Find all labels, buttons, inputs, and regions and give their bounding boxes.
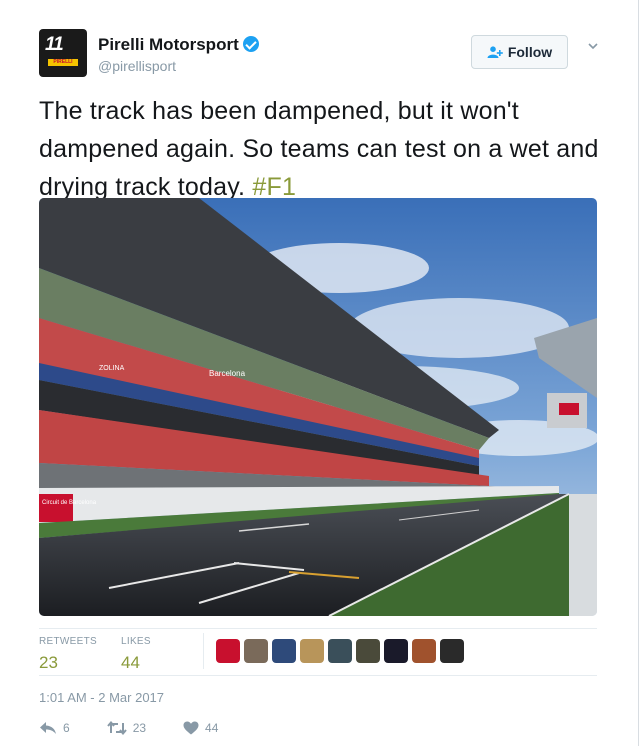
retweet-action[interactable]: 23 <box>106 721 147 735</box>
like-count: 44 <box>205 721 219 735</box>
author-name[interactable]: Pirelli Motorsport <box>98 35 259 55</box>
racetrack-photo: Circuit de Barcelona ZOLINA Barcelona <box>39 198 597 616</box>
liker-avatar[interactable] <box>216 639 240 663</box>
circuit-sign: Circuit de Barcelona <box>42 500 97 506</box>
heart-icon <box>183 721 199 735</box>
tweet-header: 11 PIRELLI Pirelli Motorsport @pirellisp… <box>39 29 598 79</box>
avatar-brand: PIRELLI <box>53 59 73 65</box>
stand-sign-zolina: ZOLINA <box>99 365 125 372</box>
author-name-text: Pirelli Motorsport <box>98 35 239 54</box>
likes-value: 44 <box>121 653 140 672</box>
retweets-value: 23 <box>39 653 58 672</box>
author-handle[interactable]: @pirellisport <box>98 58 176 74</box>
hashtag-link[interactable]: #F1 <box>252 173 296 201</box>
tweet-card: 11 PIRELLI Pirelli Motorsport @pirellisp… <box>0 0 639 746</box>
verified-badge-icon <box>242 36 259 52</box>
liker-avatar[interactable] <box>300 639 324 663</box>
liker-avatar[interactable] <box>328 639 352 663</box>
reply-icon <box>40 722 56 734</box>
reply-count: 6 <box>63 721 70 735</box>
like-action[interactable]: 44 <box>183 721 218 735</box>
liker-avatar[interactable] <box>244 639 268 663</box>
liker-avatar[interactable] <box>440 639 464 663</box>
engagement-stats: RETWEETS 23 LIKES 44 <box>39 628 597 676</box>
retweet-icon <box>106 721 127 735</box>
chevron-down-icon[interactable] <box>588 41 598 51</box>
liker-avatar[interactable] <box>356 639 380 663</box>
tweet-actions: 6 23 44 <box>39 721 255 735</box>
tweet-text: The track has been dampened, but it won'… <box>39 92 599 206</box>
liker-avatar[interactable] <box>272 639 296 663</box>
follow-button[interactable]: Follow <box>471 35 568 69</box>
tweet-body: The track has been dampened, but it won'… <box>39 97 599 201</box>
stand-sign-barcelona: Barcelona <box>209 369 246 378</box>
liker-avatars <box>203 633 464 669</box>
tweet-photo[interactable]: Circuit de Barcelona ZOLINA Barcelona <box>39 198 597 616</box>
follow-person-icon <box>487 46 503 58</box>
liker-avatar[interactable] <box>384 639 408 663</box>
likes-label: LIKES <box>121 636 151 647</box>
avatar-brand-bar: PIRELLI <box>48 59 78 66</box>
avatar-number: 11 <box>45 34 64 55</box>
follow-label: Follow <box>507 44 553 60</box>
reply-action[interactable]: 6 <box>39 721 70 735</box>
author-avatar[interactable]: 11 PIRELLI <box>39 29 87 77</box>
retweets-label: RETWEETS <box>39 636 97 647</box>
retweets-stat[interactable]: RETWEETS 23 <box>39 636 97 673</box>
retweet-count: 23 <box>132 721 147 735</box>
likes-stat[interactable]: LIKES 44 <box>121 636 151 673</box>
liker-avatar[interactable] <box>412 639 436 663</box>
tweet-timestamp[interactable]: 1:01 AM - 2 Mar 2017 <box>39 690 164 705</box>
